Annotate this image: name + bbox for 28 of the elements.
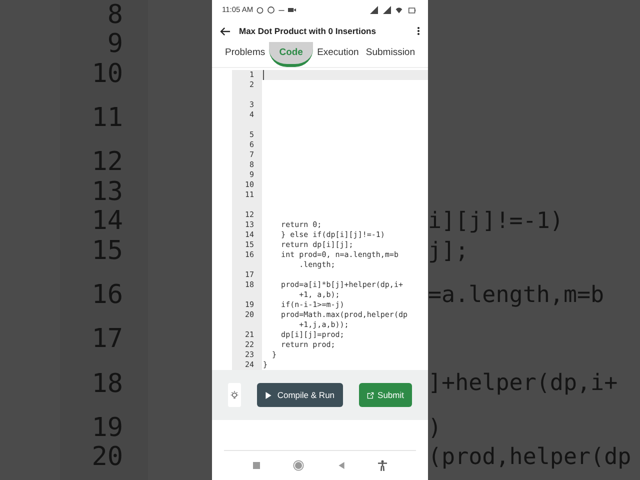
code-line: ) <box>428 416 442 439</box>
submit-button[interactable]: Submit <box>358 383 412 407</box>
battery-icon <box>406 6 418 14</box>
code-editor[interactable] <box>232 70 428 370</box>
submit-icon <box>366 392 374 398</box>
code-line: j]; <box>428 240 469 262</box>
alarm-icon <box>256 6 264 14</box>
play-icon <box>265 392 272 398</box>
page-title: Max Dot Product with 0 Insertions <box>239 24 376 38</box>
home-icon[interactable] <box>293 460 304 471</box>
code-line: =a.length,m=b <box>428 284 604 306</box>
lightbulb-icon <box>230 390 240 400</box>
video-icon <box>288 6 296 14</box>
back-arrow-icon[interactable] <box>220 26 231 36</box>
code-line: ]+helper(dp,i+ <box>428 372 618 395</box>
chat-icon <box>267 6 276 14</box>
hint-button[interactable] <box>228 383 242 407</box>
compile-run-button[interactable]: Compile & Run <box>257 383 343 407</box>
tab[interactable]: Problems <box>222 42 268 67</box>
wifi-icon <box>395 6 403 14</box>
back-icon[interactable] <box>338 462 345 469</box>
code-line: (prod,helper(dp <box>428 446 632 468</box>
tab[interactable]: Execution <box>314 42 362 67</box>
code-line: i][j]!=-1) <box>428 210 564 232</box>
more-options-icon[interactable] <box>417 26 420 36</box>
tab[interactable]: Submission <box>362 42 418 67</box>
accessibility-icon[interactable] <box>378 460 388 471</box>
recent-apps-icon[interactable] <box>252 462 260 469</box>
